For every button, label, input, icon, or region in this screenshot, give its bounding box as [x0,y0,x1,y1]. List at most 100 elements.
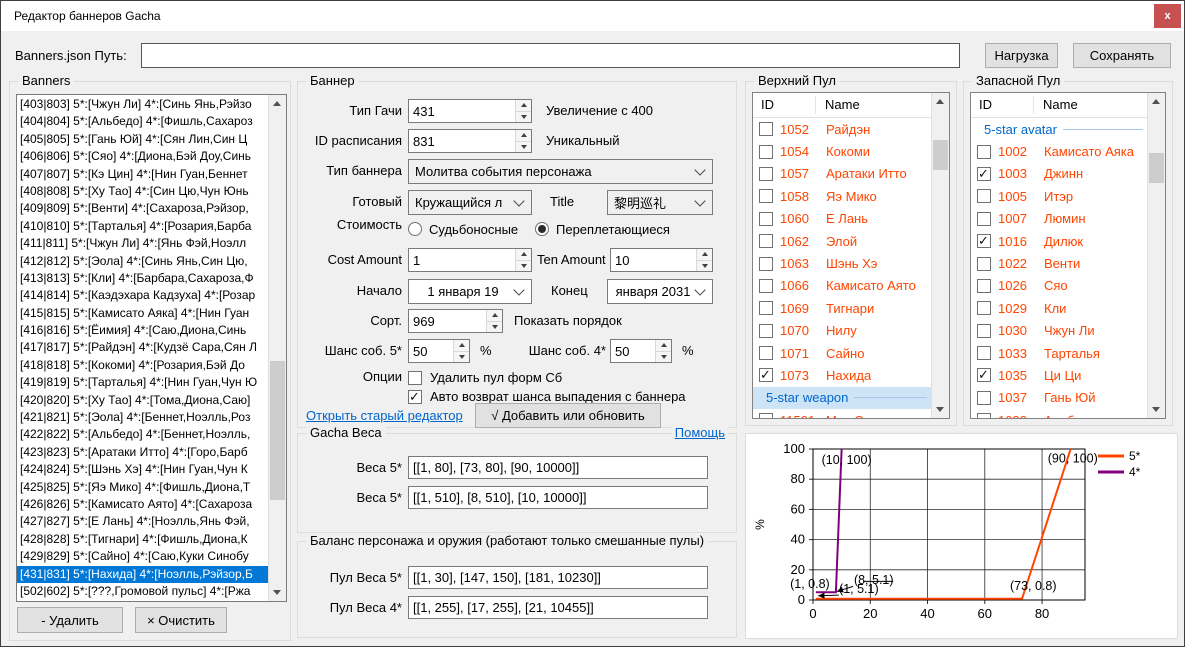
option-remove-pool[interactable]: Удалить пул форм Сб [408,370,562,385]
scroll-thumb[interactable] [933,140,948,170]
scroll-down-icon[interactable] [1148,401,1164,418]
pool-item-checkbox[interactable] [759,368,773,382]
chance4-input[interactable] [611,340,655,362]
banner-list-item[interactable]: [422|822] 5*:[Альбедо] 4*:[Беннет,Ноэлль… [17,426,269,443]
pool-item-checkbox[interactable] [759,234,773,248]
weight5-input[interactable] [408,456,708,479]
title-select[interactable]: 黎明巡礼 [607,190,713,215]
pool-item[interactable]: 1007Люмин [971,208,1148,230]
banner-list-item[interactable]: [424|824] 5*:[Шэнь Хэ] 4*:[Нин Гуан,Чун … [17,461,269,478]
column-id[interactable]: ID [979,93,992,117]
scroll-up-icon[interactable] [932,93,948,110]
pool-item[interactable]: 1005Итэр [971,185,1148,207]
column-name[interactable]: Name [825,93,860,117]
prefab-select[interactable]: Кружащийся л [408,190,532,215]
pool-item-checkbox[interactable] [759,189,773,203]
spin-down-icon[interactable] [487,321,502,333]
pool-item[interactable]: 1060Е Лань [753,208,932,230]
banner-list-item[interactable]: [407|807] 5*:[Кэ Цин] 4*:[Нин Гуан,Бенне… [17,166,269,183]
pool-item-checkbox[interactable] [759,279,773,293]
path-input[interactable] [141,43,960,68]
pool-item-checkbox[interactable] [977,167,991,181]
chance5-input[interactable] [409,340,453,362]
spare-pool-list[interactable]: ID Name 5-star avatar1002Камисато Аяка10… [970,92,1166,419]
load-button[interactable]: Нагрузка [985,43,1058,68]
pool-item-checkbox[interactable] [977,279,991,293]
banner-list-item[interactable]: [428|828] 5*:[Тигнари] 4*:[Фишль,Диона,К [17,531,269,548]
cost-amount-input[interactable] [409,249,515,271]
delete-banner-button[interactable]: - Удалить [17,607,123,633]
spin-up-icon[interactable] [516,249,531,260]
pool-item[interactable]: 1033Тарталья [971,342,1148,364]
option-auto-return[interactable]: Авто возврат шанса выпадения с баннера [408,389,686,404]
banner-list-item[interactable]: [415|815] 5*:[Камисато Аяка] 4*:[Нин Гуа… [17,305,269,322]
scroll-down-icon[interactable] [269,584,285,601]
banner-list-item[interactable]: [426|826] 5*:[Камисато Аято] 4*:[Сахароз… [17,496,269,513]
close-button[interactable]: x [1154,4,1181,28]
pool-item[interactable]: 1016Дилюк [971,230,1148,252]
pool-item[interactable]: 1057Аратаки Итто [753,163,932,185]
pool-item[interactable]: 1052Райдэн [753,118,932,140]
banner-list-item[interactable]: [421|821] 5*:[Эола] 4*:[Беннет,Ноэлль,Ро… [17,409,269,426]
banner-list-item[interactable]: [406|806] 5*:[Сяо] 4*:[Диона,Бэй Доу,Син… [17,148,269,165]
pool-item-checkbox[interactable] [759,301,773,315]
banner-list-item[interactable]: [431|831] 5*:[Нахида] 4*:[Ноэлль,Рэйзор,… [17,566,269,583]
pool-item[interactable]: 1069Тигнари [753,297,932,319]
spin-up-icon[interactable] [516,100,531,111]
column-id[interactable]: ID [761,93,774,117]
banner-list-item[interactable]: [425|825] 5*:[Яэ Мико] 4*:[Фишль,Диона,Т [17,479,269,496]
banner-list-item[interactable]: [423|823] 5*:[Аратаки Итто] 4*:[Горо,Бар… [17,444,269,461]
banner-list-item[interactable]: [404|804] 5*:[Альбедо] 4*:[Фишль,Сахароз [17,113,269,130]
scroll-thumb[interactable] [270,361,285,500]
banners-list[interactable]: [403|803] 5*:[Чжун Ли] 4*:[Синь Янь,Рэйз… [16,94,287,602]
pool-item[interactable]: 1035Ци Ци [971,364,1148,386]
scroll-up-icon[interactable] [269,95,285,112]
pool-item-checkbox[interactable] [759,212,773,226]
pool-item-checkbox[interactable] [977,189,991,203]
pool-item[interactable]: 1062Элой [753,230,932,252]
scroll-up-icon[interactable] [1148,93,1164,110]
pool-item[interactable]: 1029Кли [971,297,1148,319]
pool-item[interactable]: 1063Шэнь Хэ [753,252,932,274]
banner-list-item[interactable]: [405|805] 5*:[Гань Юй] 4*:[Сян Лин,Син Ц [17,131,269,148]
pool-item[interactable]: 1026Сяо [971,275,1148,297]
pool-item[interactable]: 1002Камисато Аяка [971,140,1148,162]
spare-pool-scrollbar[interactable] [1147,93,1165,418]
ten-amount-input[interactable] [611,249,696,271]
clear-banners-button[interactable]: × Очистить [135,607,227,633]
banner-list-item[interactable]: [418|818] 5*:[Кокоми] 4*:[Розария,Бэй До [17,357,269,374]
spin-up-icon[interactable] [697,249,712,260]
banner-list-item[interactable]: [412|812] 5*:[Эола] 4*:[Синь Янь,Син Цю, [17,253,269,270]
schedule-id-input[interactable] [409,130,515,152]
spin-down-icon[interactable] [697,260,712,272]
gacha-type-input[interactable] [409,100,515,122]
pool-item-checkbox[interactable] [759,324,773,338]
banner-list-item[interactable]: [416|816] 5*:[Ёимия] 4*:[Саю,Диона,Синь [17,322,269,339]
spin-up-icon[interactable] [656,340,671,351]
spin-up-icon[interactable] [487,310,502,321]
add-or-update-button[interactable]: √ Добавить или обновить [475,403,661,428]
pool-item-checkbox[interactable] [759,257,773,271]
banner-list-item[interactable]: [403|803] 5*:[Чжун Ли] 4*:[Синь Янь,Рэйз… [17,96,269,113]
spin-down-icon[interactable] [516,111,531,123]
pool-item[interactable]: 1066Камисато Аято [753,275,932,297]
pool-item-checkbox[interactable] [759,346,773,360]
pool-item[interactable]: 1071Сайно [753,342,932,364]
pool-item-checkbox[interactable] [977,346,991,360]
pool-item[interactable]: 1022Венти [971,252,1148,274]
banner-type-select[interactable]: Молитва события персонажа [408,159,713,184]
pool-item-checkbox[interactable] [977,234,991,248]
banner-list-item[interactable]: [408|808] 5*:[Ху Тао] 4*:[Син Цю,Чун Юнь [17,183,269,200]
pool-item-checkbox[interactable] [977,301,991,315]
pool-item-checkbox[interactable] [977,391,991,405]
pool-item[interactable]: 1030Чжун Ли [971,320,1148,342]
pool-item-checkbox[interactable] [977,413,991,418]
end-date-picker[interactable]: января 2031 [607,279,713,304]
pool-item-checkbox[interactable] [759,145,773,159]
banner-list-item[interactable]: [419|819] 5*:[Тарталья] 4*:[Нин Гуан,Чун… [17,374,269,391]
spin-down-icon[interactable] [516,141,531,153]
pool-item[interactable]: 1037Гань Юй [971,387,1148,409]
upper-pool-list[interactable]: ID Name 1052Райдэн1054Кокоми1057Аратаки … [752,92,950,419]
pool-item[interactable]: 1003Джинн [971,163,1148,185]
banner-list-item[interactable]: [427|827] 5*:[Е Лань] 4*:[Ноэлль,Янь Фэй… [17,513,269,530]
